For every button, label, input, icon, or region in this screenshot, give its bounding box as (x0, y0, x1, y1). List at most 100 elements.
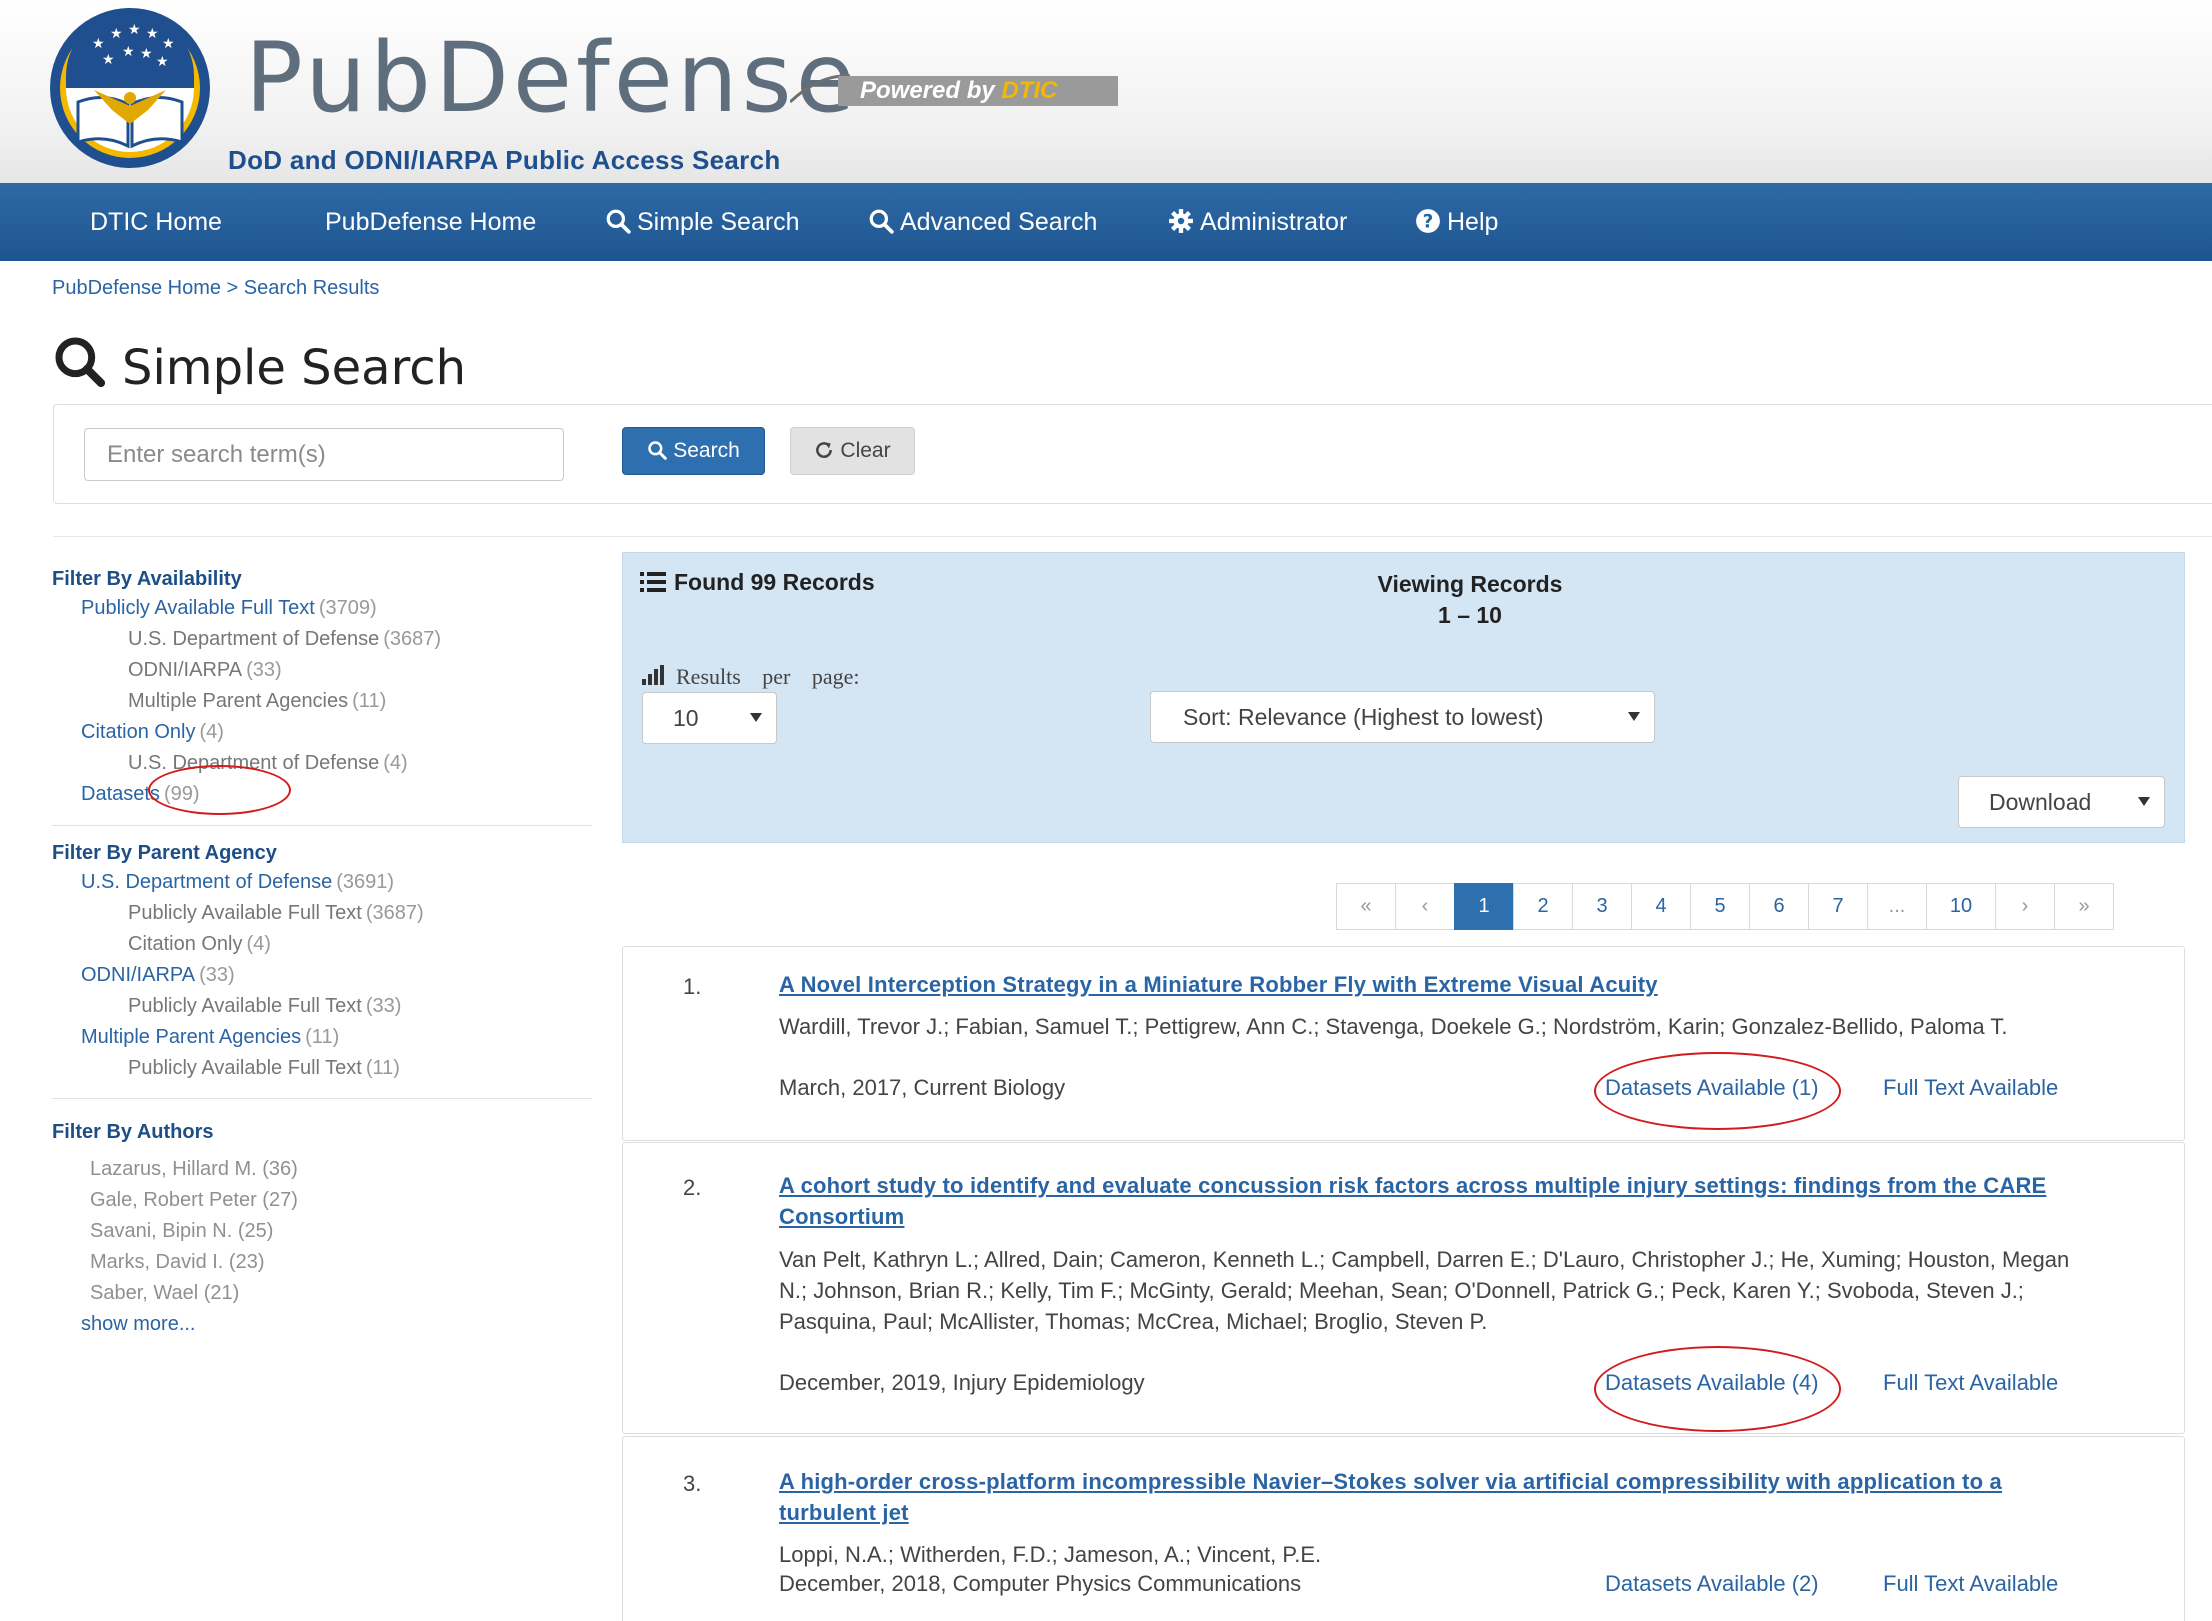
section-divider (53, 536, 2212, 537)
full-text-available-link[interactable]: Full Text Available (1883, 1571, 2058, 1597)
main-nav: DTIC Home PubDefense Home Simple Search … (0, 183, 2212, 261)
filter-item-agency-multiple-fulltext[interactable]: Publicly Available Full Text (11) (128, 1057, 400, 1080)
results-per-page-select[interactable]: 10 (642, 692, 777, 744)
caret-down-icon (2138, 797, 2150, 806)
svg-text:★: ★ (92, 36, 105, 52)
question-circle-icon: ? (1416, 209, 1440, 233)
filter-item-agency-odni-fulltext[interactable]: Publicly Available Full Text (33) (128, 995, 401, 1018)
list-icon (640, 572, 666, 592)
filter-item-multiple-agencies[interactable]: Multiple Parent Agencies (11) (128, 690, 386, 713)
page-button-2[interactable]: 2 (1513, 883, 1573, 930)
filter-availability-heading: Filter By Availability (52, 568, 242, 590)
nav-pubdefense-home[interactable]: PubDefense Home (325, 183, 536, 261)
result-number: 2. (683, 1175, 702, 1200)
results-per-page-label: Results per page: (642, 664, 860, 690)
found-records: Found 99 Records (640, 569, 875, 596)
nav-administrator[interactable]: Administrator (1168, 183, 1347, 261)
site-header: ★ ★ ★ ★ ★ ★ ★ ★ ★ PubDefense Powered by DTIC D… (0, 0, 2212, 183)
svg-text:★: ★ (140, 46, 153, 62)
result-authors: Van Pelt, Kathryn L.; Allred, Dain; Came… (779, 1247, 2070, 1334)
filter-item-citation-only[interactable]: Citation Only (4) (81, 721, 224, 744)
datasets-available-link[interactable]: Datasets Available (2) (1605, 1571, 1819, 1597)
nav-dtic-home[interactable]: DTIC Home (90, 183, 222, 261)
page-prev-button[interactable]: ‹ (1395, 883, 1455, 930)
page-button-5[interactable]: 5 (1690, 883, 1750, 930)
breadcrumb[interactable]: PubDefense Home > Search Results (52, 277, 379, 300)
svg-text:?: ? (1423, 212, 1434, 233)
filter-item-agency-dod-citation[interactable]: Citation Only (4) (128, 933, 271, 956)
result-title-link[interactable]: A high-order cross-platform incompressib… (779, 1466, 2099, 1528)
viewing-records: Viewing Records 1 – 10 (1340, 569, 1600, 631)
page-button-7[interactable]: 7 (1808, 883, 1868, 930)
svg-text:★: ★ (128, 22, 141, 38)
result-title-link[interactable]: A cohort study to identify and evaluate … (779, 1170, 2099, 1232)
filter-item-citation-dod[interactable]: U.S. Department of Defense (4) (128, 752, 408, 775)
page-first-button[interactable]: « (1336, 883, 1396, 930)
datasets-available-link[interactable]: Datasets Available (4) (1605, 1370, 1819, 1396)
page-button-3[interactable]: 3 (1572, 883, 1632, 930)
result-citation: December, 2018, Computer Physics Communi… (779, 1571, 1302, 1596)
filter-item-agency-odni[interactable]: ODNI/IARPA (33) (81, 964, 235, 987)
pubdefense-logo: ★★ ★ ★★★ ★ ★ ★ (50, 8, 210, 168)
page-button-4[interactable]: 4 (1631, 883, 1691, 930)
page-button-1[interactable]: 1 (1454, 883, 1514, 930)
filter-item-agency-dod[interactable]: U.S. Department of Defense (3691) (81, 871, 394, 894)
filter-author-item[interactable]: Saber, Wael (21) (90, 1282, 239, 1305)
search-icon (606, 209, 631, 234)
svg-text:★: ★ (110, 26, 123, 42)
filter-item-datasets[interactable]: Datasets (99) (81, 783, 200, 806)
filter-author-item[interactable]: Gale, Robert Peter (27) (90, 1189, 298, 1212)
viewing-records-range: 1 – 10 (1438, 602, 1502, 628)
page-button-10[interactable]: 10 (1926, 883, 1996, 930)
caret-down-icon (1628, 712, 1640, 721)
refresh-icon (816, 442, 833, 458)
brand-name: PubDefense (245, 22, 859, 134)
filter-author-item[interactable]: Lazarus, Hillard M. (36) (90, 1158, 298, 1181)
signal-bars-icon (642, 665, 664, 685)
viewing-records-label: Viewing Records (1377, 571, 1563, 597)
datasets-available-link[interactable]: Datasets Available (1) (1605, 1075, 1819, 1101)
svg-text:★: ★ (102, 52, 115, 68)
filter-authors-heading: Filter By Authors (52, 1121, 214, 1143)
page-last-button[interactable]: » (2054, 883, 2114, 930)
filter-author-item[interactable]: Marks, David I. (23) (90, 1251, 264, 1274)
full-text-available-link[interactable]: Full Text Available (1883, 1370, 2058, 1396)
svg-text:★: ★ (122, 44, 135, 60)
download-select[interactable]: Download (1958, 776, 2165, 828)
filter-author-item[interactable]: Savani, Bipin N. (25) (90, 1220, 273, 1243)
filter-parent-agency-heading: Filter By Parent Agency (52, 842, 277, 864)
full-text-available-link[interactable]: Full Text Available (1883, 1075, 2058, 1101)
svg-text:★: ★ (156, 54, 169, 70)
result-citation: December, 2019, Injury Epidemiology (779, 1370, 1145, 1395)
search-button[interactable]: Search (622, 427, 765, 475)
page-title: Simple Search (52, 334, 466, 396)
nav-advanced-search[interactable]: Advanced Search (868, 183, 1097, 261)
result-authors: Wardill, Trevor J.; Fabian, Samuel T.; P… (779, 1014, 2008, 1039)
dtic-brand: DTIC (1001, 77, 1058, 104)
search-input[interactable] (84, 428, 564, 481)
result-number: 1. (683, 974, 702, 999)
gear-icon (1169, 209, 1193, 233)
filter-item-dod[interactable]: U.S. Department of Defense (3687) (128, 628, 441, 651)
pagination: « ‹ 1 2 3 4 5 6 7 ... 10 › » (1336, 883, 2114, 930)
page-button-6[interactable]: 6 (1749, 883, 1809, 930)
search-icon (648, 441, 668, 460)
svg-text:★: ★ (162, 36, 175, 52)
nav-simple-search[interactable]: Simple Search (605, 183, 800, 261)
nav-help[interactable]: ? Help (1415, 183, 1498, 261)
filter-item-agency-multiple[interactable]: Multiple Parent Agencies (11) (81, 1026, 339, 1049)
result-number: 3. (683, 1471, 702, 1496)
page-next-button[interactable]: › (1995, 883, 2055, 930)
sort-select[interactable]: Sort: Relevance (Highest to lowest) (1150, 691, 1655, 743)
clear-button[interactable]: Clear (790, 427, 915, 475)
powered-by-badge: Powered by DTIC (838, 76, 1118, 106)
sidebar-divider (52, 825, 592, 826)
page-ellipsis: ... (1867, 883, 1927, 930)
filter-item-publicly-available[interactable]: Publicly Available Full Text (3709) (81, 597, 377, 620)
site-tagline: DoD and ODNI/IARPA Public Access Search (228, 145, 781, 175)
result-title-link[interactable]: A Novel Interception Strategy in a Minia… (779, 969, 2099, 1000)
svg-text:★: ★ (146, 26, 159, 42)
show-more-authors-link[interactable]: show more... (81, 1313, 195, 1336)
filter-item-agency-dod-fulltext[interactable]: Publicly Available Full Text (3687) (128, 902, 424, 925)
filter-item-odni-iarpa[interactable]: ODNI/IARPA (33) (128, 659, 282, 682)
